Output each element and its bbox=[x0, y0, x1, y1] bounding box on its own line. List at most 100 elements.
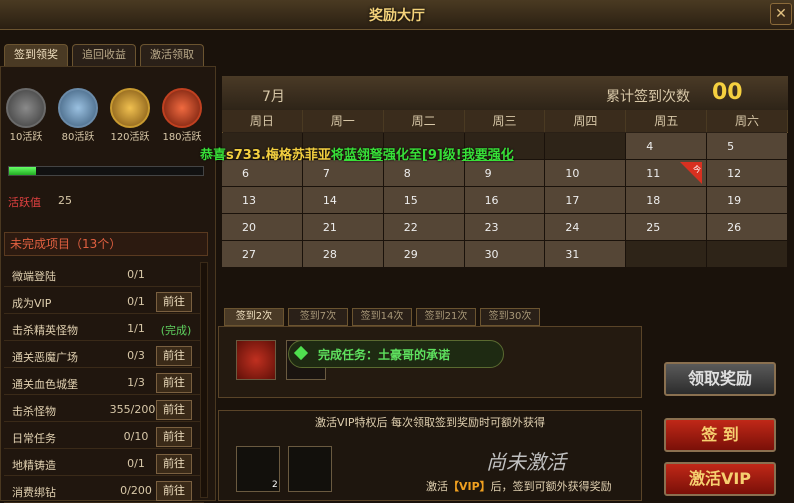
tab-sign-30[interactable]: 签到30次 bbox=[480, 308, 540, 326]
row-divider bbox=[4, 475, 204, 476]
announce-suffix: 强化至[9]级! bbox=[382, 148, 462, 163]
calendar-day[interactable] bbox=[383, 241, 465, 268]
calendar-day-number: 13 bbox=[242, 194, 256, 207]
row-divider bbox=[4, 313, 204, 314]
tab-sign-21[interactable]: 签到21次 bbox=[416, 308, 476, 326]
activate-vip-button[interactable]: 激活VIP bbox=[664, 462, 776, 496]
calendar-day[interactable] bbox=[383, 160, 465, 187]
calendar-day-number: 14 bbox=[322, 194, 337, 207]
calendar-day[interactable] bbox=[707, 187, 788, 214]
announce-item: 蓝翎弩 bbox=[343, 148, 383, 163]
calendar-day-number: 30 bbox=[484, 248, 499, 261]
calendar-day[interactable] bbox=[383, 187, 465, 214]
window-title: 奖励大厅 bbox=[369, 8, 425, 24]
task-goto-button[interactable]: 前往 bbox=[156, 292, 192, 312]
calendar-day[interactable] bbox=[464, 241, 546, 268]
calendar-day bbox=[707, 241, 788, 268]
calendar-day-number: 6 bbox=[242, 167, 249, 180]
calendar-day-number: 24 bbox=[565, 221, 580, 234]
calendar-day-number: 9 bbox=[484, 167, 492, 180]
calendar-day[interactable] bbox=[707, 133, 788, 160]
chest-label: 10活跃 bbox=[9, 132, 43, 143]
vip-reward-slot[interactable] bbox=[288, 446, 332, 492]
chest-10-icon[interactable] bbox=[6, 88, 46, 128]
vip-hint-prefix: 激活 bbox=[426, 480, 448, 493]
claim-reward-button[interactable]: 领取奖励 bbox=[664, 362, 776, 396]
calendar-day-number: 19 bbox=[727, 194, 742, 207]
chest-label: 180活跃 bbox=[162, 132, 202, 143]
calendar-day-number: 18 bbox=[646, 194, 661, 207]
task-goto-button[interactable]: 前往 bbox=[156, 400, 192, 420]
chest-120-icon[interactable] bbox=[110, 88, 150, 128]
calendar-day-number: 5 bbox=[727, 140, 735, 153]
row-divider bbox=[4, 367, 204, 368]
calendar-day[interactable] bbox=[464, 187, 546, 214]
activity-progress-bar bbox=[8, 166, 204, 176]
calendar-day[interactable] bbox=[222, 187, 303, 214]
tab-activate-claim[interactable]: 激活领取 bbox=[140, 44, 204, 66]
calendar-day-number: 23 bbox=[484, 221, 499, 234]
tab-sign-14[interactable]: 签到14次 bbox=[352, 308, 412, 326]
calendar-day-number: 20 bbox=[242, 221, 256, 234]
weekday-header: 周三 bbox=[464, 110, 546, 132]
calendar-day-number: 8 bbox=[403, 167, 411, 180]
calendar-day-number: 10 bbox=[565, 167, 580, 180]
calendar-day-number: 15 bbox=[403, 194, 418, 207]
tab-sign-2[interactable]: 签到2次 bbox=[224, 308, 284, 326]
calendar-day[interactable] bbox=[464, 160, 546, 187]
calendar-day bbox=[626, 241, 708, 268]
activity-label: 活跃值 bbox=[8, 196, 41, 209]
task-goto-button[interactable]: 前往 bbox=[156, 481, 192, 501]
calendar-day-number: 28 bbox=[322, 248, 337, 261]
pending-title: 未完成项目（13个） bbox=[10, 237, 122, 251]
row-divider bbox=[4, 448, 204, 449]
weekday-header: 周二 bbox=[383, 110, 465, 132]
task-list-scrollbar[interactable] bbox=[200, 262, 208, 498]
calendar-day[interactable] bbox=[545, 214, 627, 241]
task-goto-button[interactable]: 前往 bbox=[156, 454, 192, 474]
calendar-day[interactable] bbox=[626, 133, 708, 160]
calendar-day[interactable] bbox=[222, 214, 303, 241]
task-goto-button[interactable]: 前往 bbox=[156, 427, 192, 447]
calendar-day-number: 7 bbox=[322, 167, 330, 180]
announce-mid: 将 bbox=[330, 148, 344, 163]
calendar-day[interactable] bbox=[545, 187, 627, 214]
announce-player: s733.梅格苏菲亚 bbox=[226, 148, 331, 163]
activity-value: 25 bbox=[58, 194, 72, 207]
task-complete-label: (完成) bbox=[160, 324, 192, 337]
calendar-day-number: 21 bbox=[322, 221, 337, 234]
calendar-day[interactable] bbox=[383, 214, 465, 241]
calendar-day[interactable] bbox=[302, 214, 384, 241]
calendar-day[interactable] bbox=[464, 214, 546, 241]
tab-recover-income[interactable]: 追回收益 bbox=[72, 44, 136, 66]
calendar-day[interactable] bbox=[222, 241, 303, 268]
calendar-day-number: 12 bbox=[727, 167, 742, 180]
calendar-day[interactable] bbox=[545, 160, 627, 187]
sign-count: 00 bbox=[712, 80, 743, 105]
task-goto-button[interactable]: 前往 bbox=[156, 373, 192, 393]
tab-sign-reward[interactable]: 签到领奖 bbox=[4, 44, 68, 66]
calendar-day[interactable] bbox=[707, 214, 788, 241]
vip-status: 尚未激活 bbox=[486, 450, 566, 474]
calendar-day[interactable] bbox=[302, 160, 384, 187]
chest-180-icon[interactable] bbox=[162, 88, 202, 128]
task-banner-text: 完成任务：土豪哥的承诺 bbox=[318, 348, 451, 362]
tab-sign-7[interactable]: 签到7次 bbox=[288, 308, 348, 326]
calendar-day[interactable] bbox=[626, 214, 708, 241]
calendar-day[interactable] bbox=[626, 187, 708, 214]
calendar-day[interactable] bbox=[302, 187, 384, 214]
calendar-day[interactable] bbox=[222, 160, 303, 187]
close-button[interactable]: ✕ bbox=[770, 3, 792, 25]
row-divider bbox=[4, 340, 204, 341]
chest-80-icon[interactable] bbox=[58, 88, 98, 128]
calendar-month: 7月 bbox=[262, 89, 285, 105]
calendar-day[interactable] bbox=[545, 241, 627, 268]
gift-box-icon[interactable] bbox=[236, 340, 276, 380]
calendar-day-number: 11 bbox=[646, 167, 661, 180]
calendar-day-number: 27 bbox=[242, 248, 256, 261]
announce-link[interactable]: 我要强化 bbox=[462, 148, 514, 163]
calendar-day[interactable] bbox=[302, 241, 384, 268]
task-goto-button[interactable]: 前往 bbox=[156, 346, 192, 366]
calendar-day[interactable] bbox=[707, 160, 788, 187]
sign-in-button[interactable]: 签 到 bbox=[664, 418, 776, 452]
